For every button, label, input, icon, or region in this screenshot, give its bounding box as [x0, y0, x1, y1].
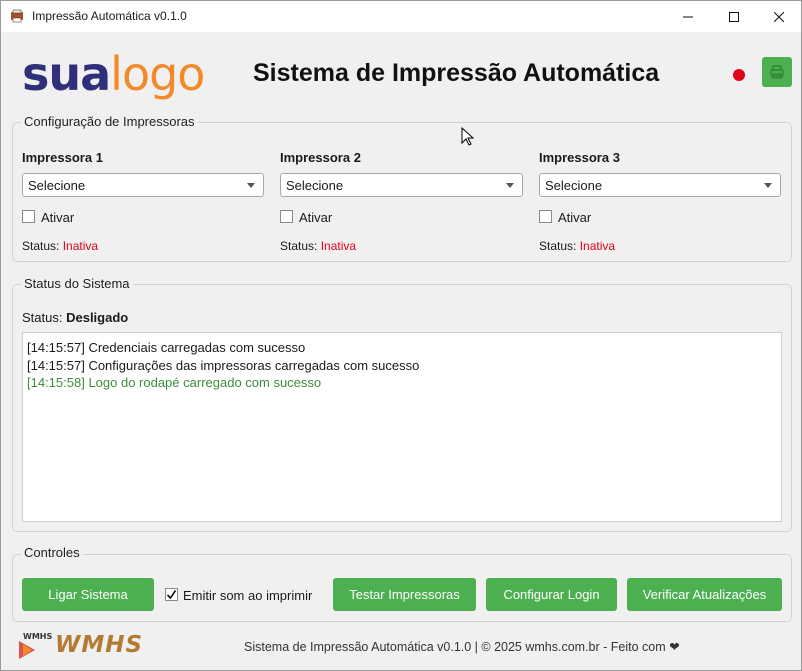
printer-3-activate-checkbox[interactable]: [539, 210, 552, 223]
printer-2-activate-label: Ativar: [299, 210, 333, 225]
configure-login-button[interactable]: Configurar Login: [486, 578, 617, 611]
printer-3-select[interactable]: Selecione: [539, 173, 781, 197]
close-button[interactable]: [756, 1, 802, 32]
printer-3-status: Status: Inativa: [539, 239, 615, 253]
minimize-button[interactable]: [665, 1, 711, 32]
play-logo-icon: WMHS: [19, 632, 52, 659]
maximize-button[interactable]: [711, 1, 757, 32]
printer-1-select-value: Selecione: [28, 178, 86, 193]
log-line: [14:15:57] Credenciais carregadas com su…: [27, 340, 306, 355]
printer-2-name: Impressora 2: [280, 150, 361, 165]
svg-text:WMHS: WMHS: [23, 632, 52, 641]
sound-checkbox-label: Emitir som ao imprimir: [183, 588, 313, 603]
company-logo: sualogo: [22, 51, 205, 97]
printer-icon: [770, 65, 784, 79]
printer-3-status-label: Status:: [539, 239, 577, 253]
log-line: [14:15:58] Logo do rodapé carregado com …: [27, 375, 322, 390]
title-bar: Impressão Automática v0.1.0: [1, 1, 801, 32]
chevron-down-icon: [764, 183, 772, 188]
chevron-down-icon: [506, 183, 514, 188]
printer-3-select-value: Selecione: [545, 178, 603, 193]
close-icon: [774, 11, 784, 22]
printer-2-activate-checkbox[interactable]: [280, 210, 293, 223]
start-system-button[interactable]: Ligar Sistema: [22, 578, 154, 611]
printer-button[interactable]: [762, 57, 792, 87]
log-line: [14:15:57] Configurações das impressoras…: [27, 357, 420, 373]
logo-part-logo: logo: [110, 47, 205, 101]
printer-2-select[interactable]: Selecione: [280, 173, 523, 197]
printer-2-status-value: Inativa: [320, 239, 357, 253]
footer-brand-logo-text: WMHS: [55, 632, 144, 658]
footer-brand-logo: WMHS WMHS: [13, 629, 163, 662]
printer-1-name: Impressora 1: [22, 150, 103, 165]
printer-1-activate-checkbox[interactable]: [22, 210, 35, 223]
system-status-label: Status:: [22, 310, 63, 325]
mouse-cursor-icon: [461, 127, 475, 146]
printer-2-status: Status: Inativa: [280, 239, 356, 253]
app-icon: [11, 9, 23, 23]
check-updates-button[interactable]: Verificar Atualizações: [627, 578, 782, 611]
printer-3-status-value: Inativa: [579, 239, 616, 253]
printer-2-status-label: Status:: [280, 239, 318, 253]
logo-part-sua: sua: [22, 47, 111, 101]
printer-2-select-value: Selecione: [286, 178, 344, 193]
printers-group-title: Configuração de Impressoras: [21, 114, 198, 129]
system-status-value: Desligado: [66, 310, 129, 325]
app-window: Impressão Automática v0.1.0 sualogo Sist…: [0, 0, 802, 671]
system-status: Status: Desligado: [22, 310, 128, 325]
test-printers-button[interactable]: Testar Impressoras: [333, 578, 476, 611]
page-title: Sistema de Impressão Automática: [253, 59, 660, 87]
printer-1-status-label: Status:: [22, 239, 60, 253]
printer-3-activate-label: Ativar: [558, 210, 592, 225]
status-indicator-dot: [733, 69, 745, 81]
chevron-down-icon: [247, 183, 255, 188]
minimize-icon: [683, 16, 693, 17]
window-title: Impressão Automática v0.1.0: [32, 9, 187, 23]
sound-checkbox[interactable]: [165, 588, 178, 601]
printer-1-select[interactable]: Selecione: [22, 173, 264, 197]
controls-group-title: Controles: [21, 545, 83, 560]
maximize-icon: [729, 11, 739, 22]
checkmark-icon: [166, 590, 177, 600]
printer-1-status: Status: Inativa: [22, 239, 98, 253]
printer-3-name: Impressora 3: [539, 150, 620, 165]
system-status-group-title: Status do Sistema: [21, 276, 133, 291]
footer-text: Sistema de Impressão Automática v0.1.0 |…: [244, 640, 680, 654]
printer-1-activate-label: Ativar: [41, 210, 75, 225]
log-console[interactable]: [14:15:57] Credenciais carregadas com su…: [22, 332, 782, 522]
printer-1-status-value: Inativa: [62, 239, 99, 253]
